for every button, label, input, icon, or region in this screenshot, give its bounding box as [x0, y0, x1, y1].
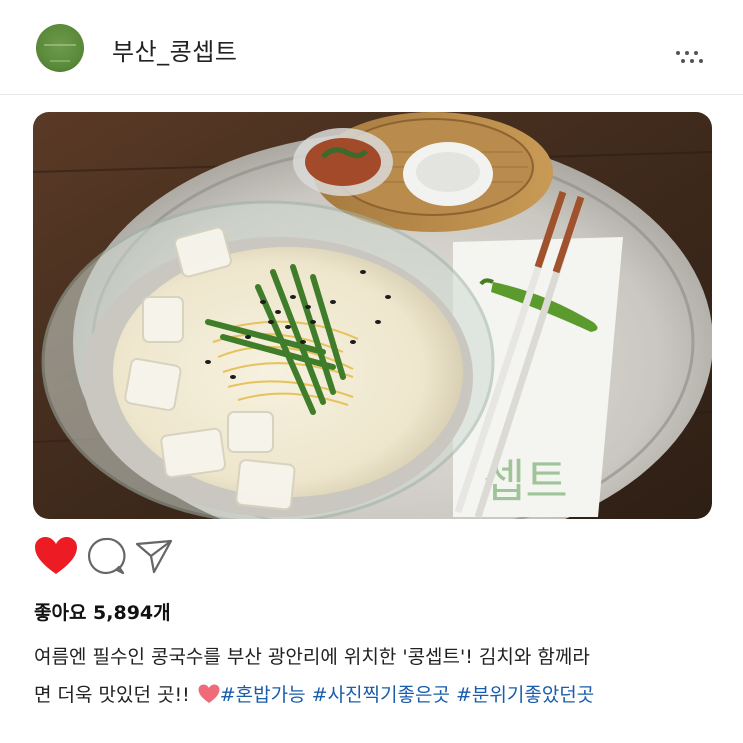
- post-photo[interactable]: 셉트: [33, 112, 712, 519]
- hashtag-link[interactable]: #분위기좋았던곳: [456, 684, 594, 706]
- action-bar: [34, 536, 234, 578]
- caption-line-2-text: 면 더욱 맛있던 곳!!: [34, 684, 196, 706]
- heart-emoji-icon: [198, 684, 220, 703]
- post-caption: 여름엔 필수인 콩국수를 부산 광안리에 위치한 '콩셉트'! 김치와 함께라 …: [34, 638, 714, 714]
- hashtag-link[interactable]: #사진찍기좋은곳: [312, 684, 450, 706]
- comment-icon[interactable]: [86, 536, 126, 576]
- username[interactable]: 부산_콩셉트: [112, 32, 237, 67]
- more-options-icon[interactable]: [675, 50, 709, 64]
- hashtag-link[interactable]: #혼밥가능: [220, 684, 306, 706]
- likes-count[interactable]: 좋아요 5,894개: [34, 598, 171, 625]
- send-icon[interactable]: [134, 536, 174, 576]
- header-divider: [0, 94, 743, 95]
- heart-icon[interactable]: [34, 536, 78, 576]
- caption-line-2: 면 더욱 맛있던 곳!! #혼밥가능 #사진찍기좋은곳 #분위기좋았던곳: [34, 676, 714, 714]
- post-header: 부산_콩셉트: [0, 0, 743, 95]
- caption-line-1: 여름엔 필수인 콩국수를 부산 광안리에 위치한 '콩셉트'! 김치와 함께라: [34, 646, 590, 668]
- avatar[interactable]: [36, 24, 84, 72]
